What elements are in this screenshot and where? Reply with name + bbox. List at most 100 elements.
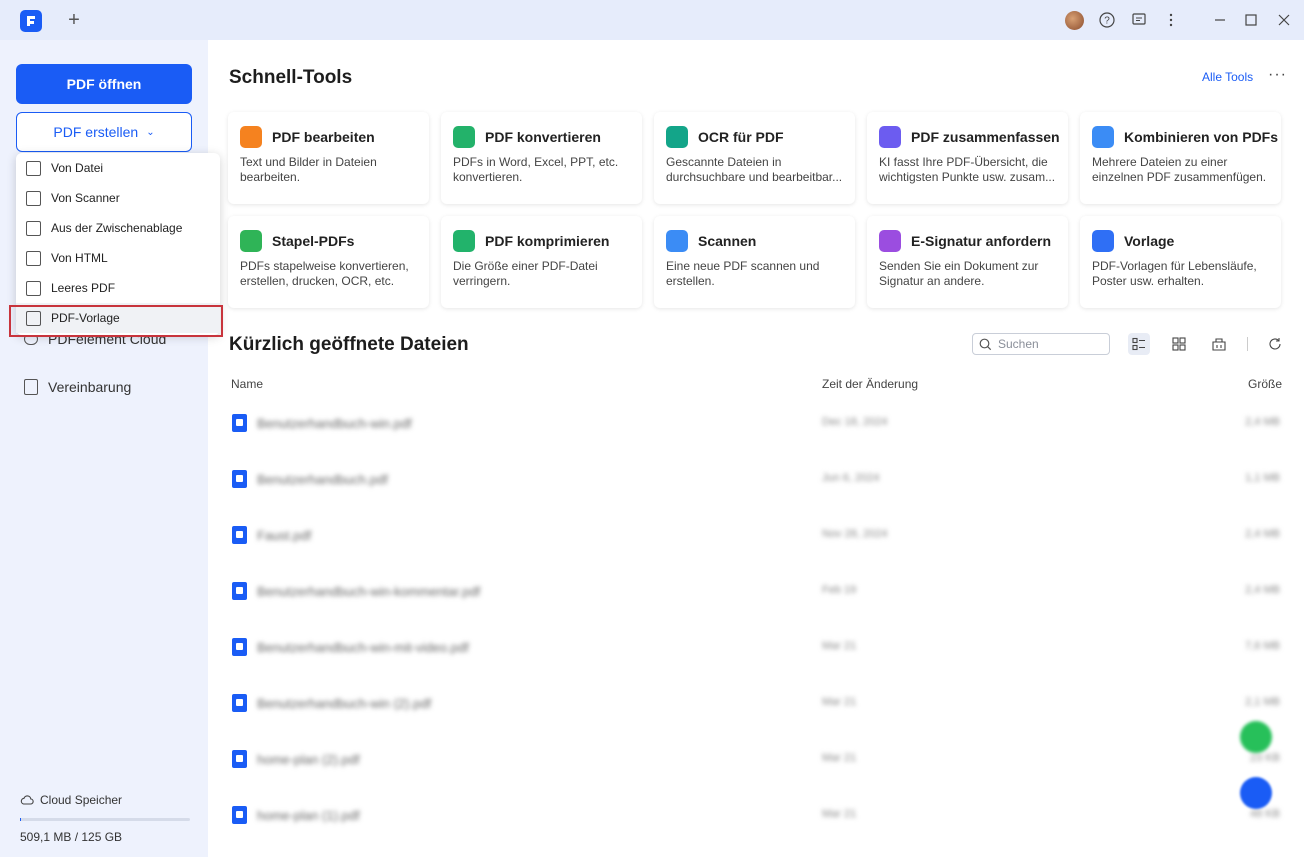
- tool-card-ocr[interactable]: OCR für PDF Gescannte Dateien in durchsu…: [654, 112, 855, 204]
- edit-pdf-icon: [240, 126, 262, 148]
- tool-card-compress[interactable]: PDF komprimieren Die Größe einer PDF-Dat…: [441, 216, 642, 308]
- file-row[interactable]: Benutzerhandbuch-win-mit-video.pdf Mar 2…: [230, 628, 1286, 684]
- grid-view-icon: [1172, 337, 1186, 351]
- folder-icon: [26, 160, 41, 176]
- user-avatar[interactable]: [1065, 11, 1084, 30]
- title-bar: + ?: [0, 0, 1304, 40]
- cloud-file-icon: [232, 582, 247, 600]
- ocr-icon: [666, 126, 688, 148]
- tool-desc: Eine neue PDF scannen und erstellen.: [666, 259, 820, 288]
- file-size: 2,1 MB: [1245, 696, 1280, 708]
- file-row[interactable]: Benutzerhandbuch.pdf Jun 6, 2024 1,1 MB: [230, 460, 1286, 516]
- menu-item-blank-pdf[interactable]: Leeres PDF: [16, 273, 220, 303]
- tool-desc: KI fasst Ihre PDF-Übersicht, die wichtig…: [879, 155, 1056, 184]
- toolbar-divider: [1247, 337, 1248, 351]
- menu-item-label: Aus der Zwischenablage: [51, 221, 183, 235]
- close-icon[interactable]: [1274, 10, 1294, 30]
- sidebar-item-label: Vereinbarung: [48, 379, 132, 395]
- highlight-annotation: [9, 305, 223, 337]
- recent-files-title: Kürzlich geöffnete Dateien: [229, 334, 469, 355]
- menu-item-label: Von Datei: [51, 161, 104, 175]
- file-row[interactable]: home-plan (2).pdf Mar 21 23 KB: [230, 740, 1286, 796]
- chat-float-button[interactable]: [1240, 777, 1272, 809]
- feedback-icon[interactable]: [1129, 10, 1149, 30]
- file-name: Benutzerhandbuch-win-mit-video.pdf: [257, 640, 469, 655]
- tool-title: PDF bearbeiten: [272, 129, 375, 145]
- tool-title: PDF konvertieren: [485, 129, 601, 145]
- svg-text:?: ?: [1104, 16, 1110, 27]
- help-icon[interactable]: ?: [1097, 10, 1117, 30]
- pdf-file-icon: [232, 694, 247, 712]
- tool-card-scan[interactable]: Scannen Eine neue PDF scannen und erstel…: [654, 216, 855, 308]
- tool-desc: Senden Sie ein Dokument zur Signatur an …: [879, 259, 1039, 288]
- search-icon: [979, 338, 992, 350]
- menu-item-from-file[interactable]: Von Datei: [16, 153, 220, 183]
- file-name: Benutzerhandbuch-win.pdf: [257, 416, 412, 431]
- open-pdf-button[interactable]: PDF öffnen: [16, 64, 192, 104]
- cloud-storage[interactable]: Cloud Speicher: [20, 793, 122, 807]
- tool-title: Vorlage: [1124, 233, 1175, 249]
- create-pdf-button[interactable]: PDF erstellen ⌄: [16, 112, 192, 152]
- file-row[interactable]: Benutzerhandbuch-win.pdf Dec 18, 2024 2,…: [230, 404, 1286, 460]
- file-size: 2,4 MB: [1245, 416, 1280, 428]
- list-view-button[interactable]: [1128, 333, 1150, 355]
- assistant-float-button[interactable]: [1240, 721, 1272, 753]
- tool-title: Scannen: [698, 233, 757, 249]
- scanner-icon: [26, 190, 41, 206]
- file-date: Mar 21: [822, 640, 857, 652]
- maximize-icon[interactable]: [1241, 10, 1261, 30]
- file-row[interactable]: Benutzerhandbuch-win (2).pdf Mar 21 2,1 …: [230, 684, 1286, 740]
- convert-pdf-icon: [453, 126, 475, 148]
- file-size: 1,1 MB: [1245, 472, 1280, 484]
- more-options-icon[interactable]: ···: [1268, 66, 1287, 84]
- file-row[interactable]: home-plan (1).pdf Mar 21 48 KB: [230, 796, 1286, 852]
- tool-title: OCR für PDF: [698, 129, 784, 145]
- menu-item-from-scanner[interactable]: Von Scanner: [16, 183, 220, 213]
- tool-desc: Text und Bilder in Dateien bearbeiten.: [240, 155, 377, 184]
- tool-card-convert[interactable]: PDF konvertieren PDFs in Word, Excel, PP…: [441, 112, 642, 204]
- all-tools-link[interactable]: Alle Tools: [1202, 70, 1253, 84]
- document-icon: [24, 379, 38, 395]
- file-date: Dec 18, 2024: [822, 416, 888, 428]
- tool-card-combine[interactable]: Kombinieren von PDFs Mehrere Dateien zu …: [1080, 112, 1281, 204]
- menu-item-label: Leeres PDF: [51, 281, 116, 295]
- tool-card-batch[interactable]: Stapel-PDFs PDFs stapelweise konvertiere…: [228, 216, 429, 308]
- summarize-icon: [879, 126, 901, 148]
- column-header-name[interactable]: Name: [231, 377, 263, 391]
- cloud-storage-label: Cloud Speicher: [40, 793, 123, 807]
- sidebar-item-agreement[interactable]: Vereinbarung: [24, 379, 131, 395]
- template-icon: [1092, 230, 1114, 252]
- search-input[interactable]: Suchen: [972, 333, 1110, 355]
- menu-item-label: Von Scanner: [51, 191, 120, 205]
- pdf-file-icon: [232, 806, 247, 824]
- tool-card-edit[interactable]: PDF bearbeiten Text und Bilder in Dateie…: [228, 112, 429, 204]
- clipboard-icon: [26, 220, 41, 236]
- more-vertical-icon[interactable]: [1161, 10, 1181, 30]
- tool-desc: Mehrere Dateien zu einer einzelnen PDF z…: [1092, 155, 1267, 184]
- grid-view-button[interactable]: [1168, 333, 1190, 355]
- tools-title: Schnell-Tools: [229, 67, 353, 88]
- clear-list-button[interactable]: [1208, 333, 1230, 355]
- tool-desc: PDFs stapelweise konvertieren, erstellen…: [240, 259, 409, 288]
- file-row[interactable]: Benutzerhandbuch-win-kommentar.pdf Feb 1…: [230, 572, 1286, 628]
- file-name: Benutzerhandbuch-win-kommentar.pdf: [257, 584, 481, 599]
- file-name: home-plan (2).pdf: [257, 752, 360, 767]
- column-header-size[interactable]: Größe: [1248, 377, 1282, 391]
- tool-card-template[interactable]: Vorlage PDF-Vorlagen für Lebensläufe, Po…: [1080, 216, 1281, 308]
- tool-card-esign[interactable]: E-Signatur anfordern Senden Sie ein Doku…: [867, 216, 1068, 308]
- file-row[interactable]: Faust.pdf Nov 28, 2024 2,4 MB: [230, 516, 1286, 572]
- refresh-button[interactable]: [1264, 333, 1286, 355]
- file-date: Nov 28, 2024: [822, 528, 888, 540]
- search-placeholder: Suchen: [998, 337, 1039, 351]
- new-tab-button[interactable]: +: [66, 10, 82, 30]
- tool-card-summarize[interactable]: PDF zusammenfassen KI fasst Ihre PDF-Übe…: [867, 112, 1068, 204]
- pdf-file-icon: [232, 470, 247, 488]
- column-header-modified[interactable]: Zeit der Änderung: [822, 377, 918, 391]
- tool-desc: Die Größe einer PDF-Datei verringern.: [453, 259, 598, 288]
- menu-item-from-clipboard[interactable]: Aus der Zwischenablage: [16, 213, 220, 243]
- html-icon: [26, 250, 41, 266]
- menu-item-from-html[interactable]: Von HTML: [16, 243, 220, 273]
- pdf-file-icon: [232, 526, 247, 544]
- file-size: 48 KB: [1250, 808, 1280, 820]
- minimize-icon[interactable]: [1210, 10, 1230, 30]
